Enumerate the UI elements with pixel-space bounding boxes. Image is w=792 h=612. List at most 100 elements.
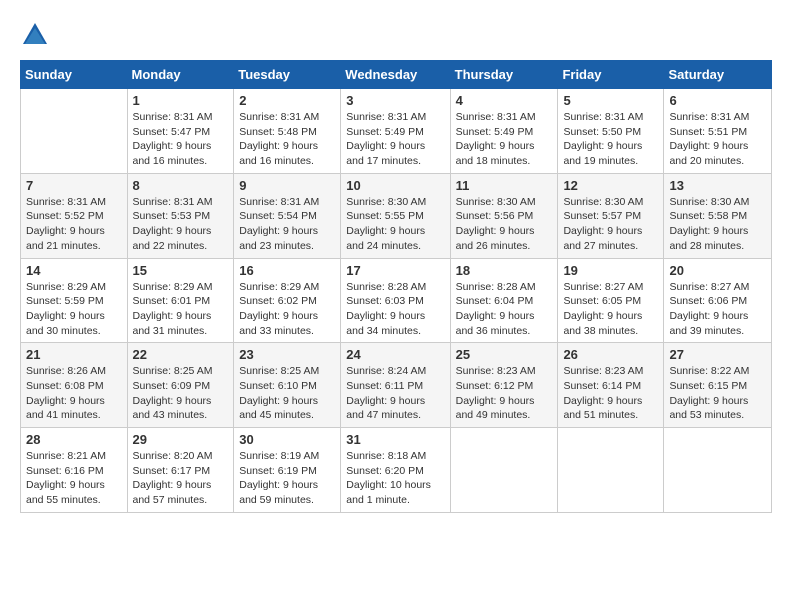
calendar-cell: 1 Sunrise: 8:31 AM Sunset: 5:47 PM Daylig… [127,89,234,174]
day-header-saturday: Saturday [664,61,772,89]
day-number: 19 [563,263,658,278]
day-info: Sunrise: 8:23 AM Sunset: 6:14 PM Dayligh… [563,364,658,423]
calendar-cell: 5Sunrise: 8:31 AM Sunset: 5:50 PM Daylig… [558,89,664,174]
calendar-cell: 14 Sunrise: 8:29 AM Sunset: 5:59 PM Dayli… [21,258,128,343]
day-number: 5 [563,93,658,108]
calendar-cell: 6 Sunrise: 8:31 AM Sunset: 5:51 PM Daylig… [664,89,772,174]
calendar-week-row: 21 Sunrise: 8:26 AM Sunset: 6:08 PM Dayli… [21,343,772,428]
logo [20,20,52,50]
day-number: 15 [133,263,229,278]
calendar-cell: 20 Sunrise: 8:27 AM Sunset: 6:06 PM Dayli… [664,258,772,343]
day-number: 9 [239,178,335,193]
calendar-cell: 11 Sunrise: 8:30 AM Sunset: 5:56 PM Dayli… [450,173,558,258]
day-number: 16 [239,263,335,278]
calendar-cell: 16 Sunrise: 8:29 AM Sunset: 6:02 PM Dayli… [234,258,341,343]
day-number: 7 [26,178,122,193]
day-number: 23 [239,347,335,362]
day-header-friday: Friday [558,61,664,89]
logo-icon [20,20,50,50]
calendar-cell [450,428,558,513]
day-header-thursday: Thursday [450,61,558,89]
day-number: 12 [563,178,658,193]
day-number: 17 [346,263,444,278]
day-number: 30 [239,432,335,447]
day-info: Sunrise: 8:30 AM Sunset: 5:56 PM Dayligh… [456,195,553,254]
day-number: 22 [133,347,229,362]
day-info: Sunrise: 8:29 AM Sunset: 6:01 PM Dayligh… [133,280,229,339]
day-info: Sunrise: 8:31 AM Sunset: 5:53 PM Dayligh… [133,195,229,254]
calendar-cell: 21 Sunrise: 8:26 AM Sunset: 6:08 PM Dayli… [21,343,128,428]
day-info: Sunrise: 8:26 AM Sunset: 6:08 PM Dayligh… [26,364,122,423]
day-info: Sunrise: 8:31 AM Sunset: 5:52 PM Dayligh… [26,195,122,254]
day-number: 25 [456,347,553,362]
day-number: 28 [26,432,122,447]
day-header-monday: Monday [127,61,234,89]
day-info: Sunrise: 8:30 AM Sunset: 5:57 PM Dayligh… [563,195,658,254]
calendar-cell: 27 Sunrise: 8:22 AM Sunset: 6:15 PM Dayli… [664,343,772,428]
day-number: 1 [133,93,229,108]
calendar-cell: 30 Sunrise: 8:19 AM Sunset: 6:19 PM Dayli… [234,428,341,513]
calendar-cell: 25 Sunrise: 8:23 AM Sunset: 6:12 PM Dayli… [450,343,558,428]
calendar-cell: 4 Sunrise: 8:31 AM Sunset: 5:49 PM Daylig… [450,89,558,174]
calendar-cell: 23 Sunrise: 8:25 AM Sunset: 6:10 PM Dayli… [234,343,341,428]
day-info: Sunrise: 8:31 AM Sunset: 5:51 PM Dayligh… [669,110,766,169]
calendar-cell: 9Sunrise: 8:31 AM Sunset: 5:54 PM Daylig… [234,173,341,258]
calendar-cell: 31 Sunrise: 8:18 AM Sunset: 6:20 PM Dayli… [341,428,450,513]
day-info: Sunrise: 8:22 AM Sunset: 6:15 PM Dayligh… [669,364,766,423]
calendar-cell [664,428,772,513]
day-header-sunday: Sunday [21,61,128,89]
day-number: 27 [669,347,766,362]
day-number: 13 [669,178,766,193]
calendar-week-row: 1 Sunrise: 8:31 AM Sunset: 5:47 PM Daylig… [21,89,772,174]
calendar-week-row: 28Sunrise: 8:21 AM Sunset: 6:16 PM Dayli… [21,428,772,513]
calendar-cell: 19Sunrise: 8:27 AM Sunset: 6:05 PM Dayli… [558,258,664,343]
day-number: 20 [669,263,766,278]
day-info: Sunrise: 8:28 AM Sunset: 6:03 PM Dayligh… [346,280,444,339]
day-number: 24 [346,347,444,362]
day-number: 3 [346,93,444,108]
day-number: 11 [456,178,553,193]
calendar-cell: 12 Sunrise: 8:30 AM Sunset: 5:57 PM Dayli… [558,173,664,258]
day-number: 26 [563,347,658,362]
day-header-wednesday: Wednesday [341,61,450,89]
day-info: Sunrise: 8:30 AM Sunset: 5:55 PM Dayligh… [346,195,444,254]
calendar-cell: 8 Sunrise: 8:31 AM Sunset: 5:53 PM Daylig… [127,173,234,258]
day-info: Sunrise: 8:18 AM Sunset: 6:20 PM Dayligh… [346,449,444,508]
calendar-cell: 13 Sunrise: 8:30 AM Sunset: 5:58 PM Dayli… [664,173,772,258]
day-info: Sunrise: 8:31 AM Sunset: 5:49 PM Dayligh… [456,110,553,169]
calendar-cell [558,428,664,513]
day-number: 21 [26,347,122,362]
day-number: 14 [26,263,122,278]
day-number: 2 [239,93,335,108]
day-info: Sunrise: 8:30 AM Sunset: 5:58 PM Dayligh… [669,195,766,254]
page-header [20,20,772,50]
day-info: Sunrise: 8:28 AM Sunset: 6:04 PM Dayligh… [456,280,553,339]
day-number: 8 [133,178,229,193]
day-info: Sunrise: 8:29 AM Sunset: 5:59 PM Dayligh… [26,280,122,339]
day-number: 31 [346,432,444,447]
calendar-cell: 2 Sunrise: 8:31 AM Sunset: 5:48 PM Daylig… [234,89,341,174]
day-info: Sunrise: 8:25 AM Sunset: 6:09 PM Dayligh… [133,364,229,423]
calendar-table: SundayMondayTuesdayWednesdayThursdayFrid… [20,60,772,513]
day-info: Sunrise: 8:25 AM Sunset: 6:10 PM Dayligh… [239,364,335,423]
day-info: Sunrise: 8:31 AM Sunset: 5:48 PM Dayligh… [239,110,335,169]
calendar-header-row: SundayMondayTuesdayWednesdayThursdayFrid… [21,61,772,89]
day-header-tuesday: Tuesday [234,61,341,89]
calendar-cell: 17 Sunrise: 8:28 AM Sunset: 6:03 PM Dayli… [341,258,450,343]
day-number: 4 [456,93,553,108]
calendar-cell [21,89,128,174]
day-number: 6 [669,93,766,108]
calendar-cell: 28Sunrise: 8:21 AM Sunset: 6:16 PM Dayli… [21,428,128,513]
day-number: 18 [456,263,553,278]
day-info: Sunrise: 8:31 AM Sunset: 5:47 PM Dayligh… [133,110,229,169]
day-number: 10 [346,178,444,193]
day-info: Sunrise: 8:23 AM Sunset: 6:12 PM Dayligh… [456,364,553,423]
calendar-cell: 24 Sunrise: 8:24 AM Sunset: 6:11 PM Dayli… [341,343,450,428]
day-info: Sunrise: 8:29 AM Sunset: 6:02 PM Dayligh… [239,280,335,339]
calendar-cell: 10 Sunrise: 8:30 AM Sunset: 5:55 PM Dayli… [341,173,450,258]
calendar-cell: 15 Sunrise: 8:29 AM Sunset: 6:01 PM Dayli… [127,258,234,343]
day-info: Sunrise: 8:19 AM Sunset: 6:19 PM Dayligh… [239,449,335,508]
day-info: Sunrise: 8:27 AM Sunset: 6:06 PM Dayligh… [669,280,766,339]
day-info: Sunrise: 8:24 AM Sunset: 6:11 PM Dayligh… [346,364,444,423]
calendar-week-row: 14 Sunrise: 8:29 AM Sunset: 5:59 PM Dayli… [21,258,772,343]
